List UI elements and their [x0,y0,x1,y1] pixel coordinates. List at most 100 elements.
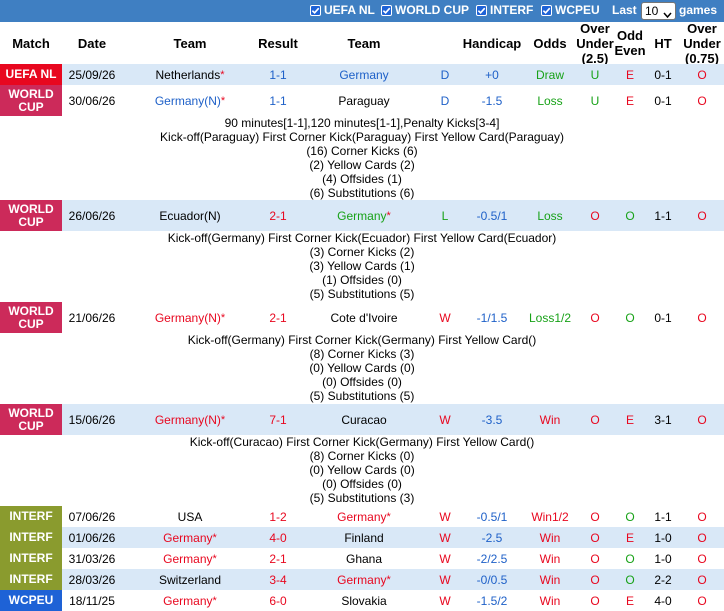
home-team[interactable]: USA [122,506,258,527]
match-score[interactable]: 7-1 [258,404,298,435]
detail-line: Kick-off(Paraguay) First Corner Kick(Par… [160,130,564,144]
over-under-value: O [590,310,600,325]
table-row[interactable]: INTERF 31/03/26 Germany * 2-1 Ghana W -2/2.5 Win… [0,548,724,569]
result-wl: D [440,93,450,108]
header-odd-even: Odd Even [614,28,646,58]
match-score[interactable]: 1-2 [258,506,298,527]
competition-badge[interactable]: WORLD CUP [0,404,62,435]
checkbox-icon[interactable] [381,4,392,16]
table-row[interactable]: INTERF 07/06/26 USA 1-2 Germany * W -0.5/1 Win1/… [0,506,724,527]
detail-line: (0) Yellow Cards (0) [309,463,415,477]
over-under-value: O [590,412,600,427]
result-wl: W [439,572,451,587]
away-team[interactable]: Germany * [298,569,430,590]
over-075-value: O [697,93,707,108]
detail-line: (3) Yellow Cards (1) [309,259,415,273]
filter-wcpeu[interactable]: WCPEU [541,3,600,17]
match-score[interactable]: 1-1 [258,64,298,85]
odd-even-value: E [625,530,634,545]
header-over-075: Over Under (0.75) [683,20,721,66]
odds-result: Win [539,572,561,587]
header-handicap: Handicap [462,35,522,51]
competition-badge[interactable]: WORLD CUP [0,85,62,116]
competition-badge[interactable]: WORLD CUP [0,200,62,231]
competition-badge[interactable]: WORLD CUP [0,302,62,333]
halftime-score: 1-0 [654,530,672,545]
competition-badge[interactable]: INTERF [0,548,62,569]
away-team[interactable]: Germany [298,64,430,85]
table-row[interactable]: INTERF 28/03/26 Switzerland 3-4 Germany * W -0/… [0,569,724,590]
odd-even-value: O [625,572,635,587]
home-team[interactable]: Switzerland [122,569,258,590]
header-over-under: Over Under (2.5) [576,20,614,66]
away-team[interactable]: Curacao [298,404,430,435]
home-team[interactable]: Netherlands * [122,64,258,85]
over-075-value: O [697,310,707,325]
away-team[interactable]: Finland [298,527,430,548]
home-team[interactable]: Germany(N) * [122,404,258,435]
filter-world-cup[interactable]: WORLD CUP [381,3,469,17]
odd-even-value: E [625,93,634,108]
table-row[interactable]: WORLD CUP 30/06/26 Germany(N) * 1-1 Paraguay D… [0,85,724,116]
star-marker: * [220,311,226,324]
over-under-value: O [590,530,600,545]
away-team[interactable]: Cote d'Ivoire [298,302,430,333]
result-wl: W [439,509,451,524]
handicap-value: -0.5/1 [476,509,508,524]
competition-badge[interactable]: INTERF [0,569,62,590]
team-name: Netherlands [155,67,221,82]
home-team[interactable]: Germany * [122,548,258,569]
checkbox-icon[interactable] [541,4,552,16]
checkbox-icon[interactable] [310,4,321,16]
table-row[interactable]: WORLD CUP 26/06/26 Ecuador(N) 2-1 Germany * L -… [0,200,724,231]
away-team[interactable]: Germany * [298,506,430,527]
detail-line: 90 minutes[1-1],120 minutes[1-1],Penalty… [224,116,500,130]
detail-line: (5) Substitutions (3) [309,491,415,505]
home-team[interactable]: Ecuador(N) [122,200,258,231]
match-score[interactable]: 2-1 [258,200,298,231]
home-team[interactable]: Germany * [122,527,258,548]
halftime-score: 0-1 [654,93,672,108]
odd-even-value: O [625,551,635,566]
result-wl: D [440,67,450,82]
odds-result: Draw [535,67,564,82]
match-score[interactable]: 2-1 [258,302,298,333]
header-odds: Odds [533,35,567,51]
header-team-away: Team [347,35,381,51]
table-row[interactable]: WORLD CUP 15/06/26 Germany(N) * 7-1 Curacao W -… [0,404,724,435]
match-score[interactable]: 1-1 [258,85,298,116]
match-score[interactable]: 4-0 [258,527,298,548]
match-score[interactable]: 3-4 [258,569,298,590]
away-team[interactable]: Ghana [298,548,430,569]
over-under-value: O [590,572,600,587]
team-name: Germany [339,67,389,82]
away-team[interactable]: Germany * [298,200,430,231]
chevron-down-icon [663,7,672,23]
filter-interf[interactable]: INTERF [476,3,533,17]
over-under-value: O [590,551,600,566]
home-team[interactable]: Germany(N) * [122,302,258,333]
halftime-score: 1-0 [654,551,672,566]
filter-uefa-nl[interactable]: UEFA NL [310,3,375,17]
team-name: Germany(N) [154,310,221,325]
checkbox-icon[interactable] [476,4,487,16]
over-075-value: O [697,572,707,587]
competition-badge[interactable]: INTERF [0,506,62,527]
table-row[interactable]: INTERF 01/06/26 Germany * 4-0 Finland W -2.5 Win… [0,527,724,548]
competition-badge[interactable]: UEFA NL [0,64,62,85]
detail-line: (3) Corner Kicks (2) [309,245,415,259]
games-count-select[interactable]: 10 [641,2,676,20]
star-marker: * [212,531,217,544]
match-date: 25/09/26 [68,67,116,82]
table-row[interactable]: WORLD CUP 21/06/26 Germany(N) * 2-1 Cote d'Iv… [0,302,724,333]
competition-badge[interactable]: INTERF [0,527,62,548]
star-marker: * [212,552,217,565]
over-075-value: O [697,551,707,566]
home-team[interactable]: Germany(N) * [122,85,258,116]
table-row[interactable]: UEFA NL 25/09/26 Netherlands * 1-1 Germany D +0… [0,64,724,85]
halftime-score: 3-1 [654,412,672,427]
result-wl: W [439,551,451,566]
away-team[interactable]: Paraguay [298,85,430,116]
over-075-value: O [697,412,707,427]
match-score[interactable]: 2-1 [258,548,298,569]
